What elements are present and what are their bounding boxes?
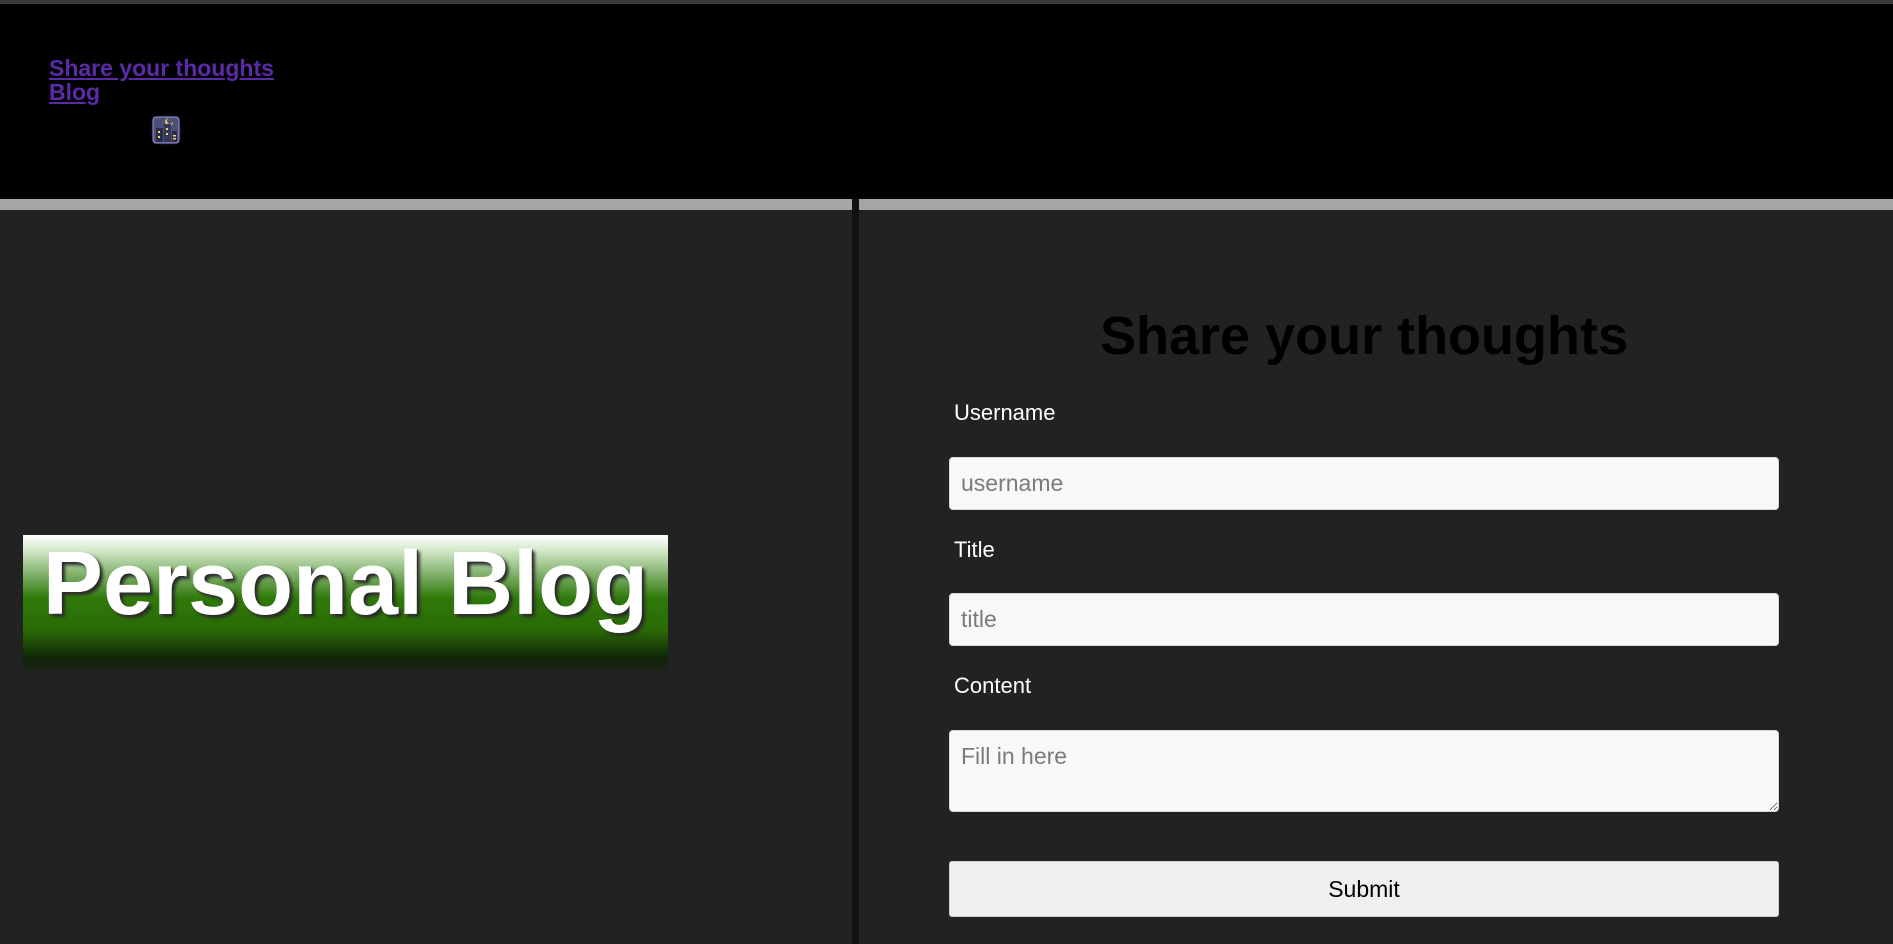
- nav-link-share-your-thoughts[interactable]: Share your thoughts: [49, 56, 274, 80]
- username-input[interactable]: [949, 457, 1779, 510]
- title-input[interactable]: [949, 593, 1779, 646]
- submit-button[interactable]: Submit: [949, 861, 1779, 917]
- content-textarea[interactable]: [949, 730, 1779, 812]
- content-label: Content: [954, 673, 1032, 698]
- personal-blog-banner: Personal Blog: [23, 535, 668, 675]
- banner-title: Personal Blog: [42, 535, 649, 634]
- panel-divider: [852, 199, 859, 944]
- header-separator: [0, 199, 1893, 210]
- nav-link-blog[interactable]: Blog: [49, 80, 100, 104]
- username-label: Username: [954, 400, 1056, 425]
- title-label: Title: [954, 537, 995, 562]
- left-panel: Personal Blog: [0, 210, 852, 944]
- post-form-panel: Share your thoughts Username Title Conte…: [859, 210, 1893, 944]
- site-header: Share your thoughts Blog: [0, 4, 1893, 199]
- city-night-icon[interactable]: [146, 110, 186, 150]
- form-title: Share your thoughts: [1099, 306, 1629, 366]
